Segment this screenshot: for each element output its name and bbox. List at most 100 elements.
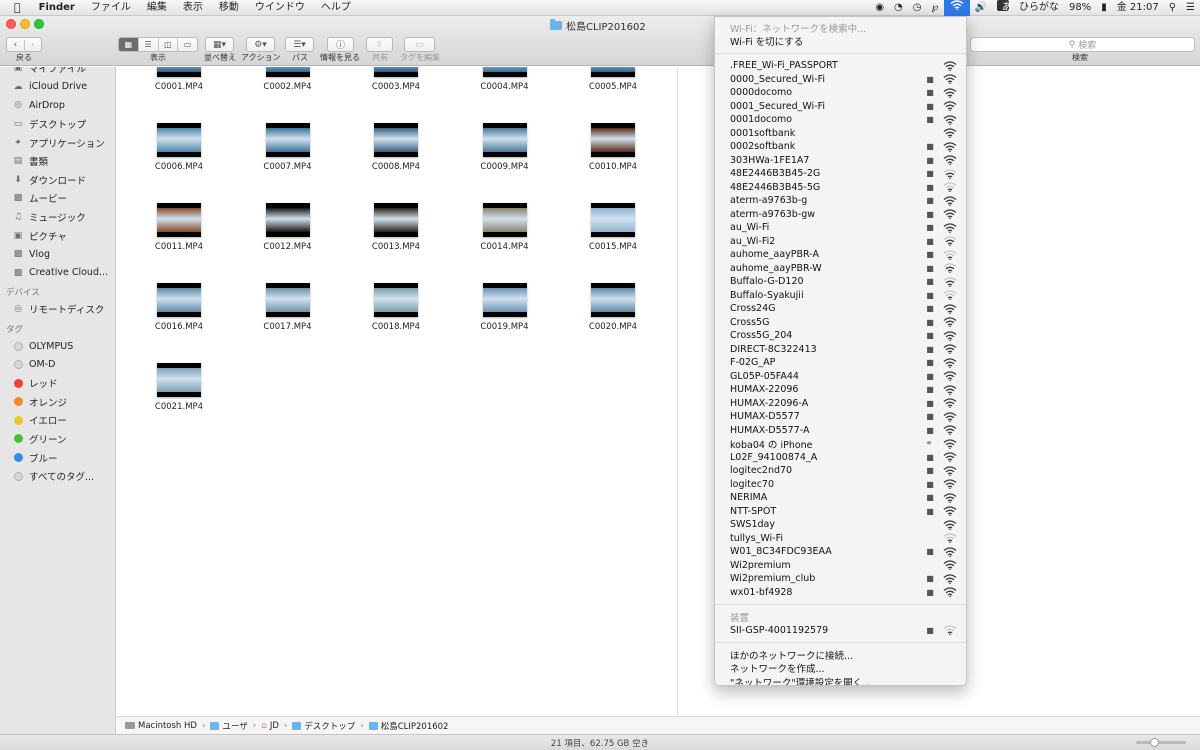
sidebar-tag-item[interactable]: OLYMPUS xyxy=(0,337,115,356)
sidebar-tag-item[interactable]: グリーン xyxy=(0,430,115,449)
wifi-network-item[interactable]: 0000docomo ■ xyxy=(715,86,966,100)
notification-center-icon[interactable]: ☰ xyxy=(1181,0,1200,16)
wifi-network-item[interactable]: 0001softbank xyxy=(715,127,966,141)
close-window-button[interactable] xyxy=(6,19,16,29)
wifi-network-item[interactable]: logitec70 ■ xyxy=(715,478,966,492)
search-field[interactable]: ⚲ 検索 xyxy=(970,37,1195,52)
wifi-network-item[interactable]: Buffalo-Syakujii ■ xyxy=(715,289,966,303)
minimize-window-button[interactable] xyxy=(20,19,30,29)
sidebar-tag-item[interactable]: OM-D xyxy=(0,355,115,374)
wifi-network-item[interactable]: Wi2premium xyxy=(715,559,966,573)
sidebar-item[interactable]: ▣ ピクチャ xyxy=(0,226,115,245)
wifi-network-item[interactable]: au_Wi-Fi2 ■ xyxy=(715,235,966,249)
wifi-network-item[interactable]: HUMAX-22096-A ■ xyxy=(715,397,966,411)
file-item[interactable]: C0014.MP4 xyxy=(460,203,550,252)
path-segment-desktop[interactable]: デスクトップ xyxy=(304,720,355,732)
wifi-network-item[interactable]: GL05P-05FA44 ■ xyxy=(715,370,966,384)
share-button[interactable]: ⇧ xyxy=(366,37,393,52)
bluetooth-icon[interactable]: ℘ xyxy=(927,0,944,16)
wifi-action-item[interactable]: ネットワークを作成... xyxy=(715,662,966,675)
wifi-network-item[interactable]: Cross5G_204 ■ xyxy=(715,329,966,343)
file-item[interactable]: C0009.MP4 xyxy=(460,123,550,172)
sync-icon[interactable]: ◔ xyxy=(889,0,908,16)
sidebar-tag-item[interactable]: イエロー xyxy=(0,411,115,430)
file-item[interactable]: C0020.MP4 xyxy=(568,283,658,332)
wifi-toggle-item[interactable]: Wi-Fi を切にする xyxy=(715,35,966,48)
file-item[interactable]: C0021.MP4 xyxy=(134,363,224,412)
menu-edit[interactable]: 編集 xyxy=(139,0,175,16)
path-segment-users[interactable]: ユーザ xyxy=(222,720,247,732)
file-item[interactable]: C0008.MP4 xyxy=(351,123,441,172)
file-item[interactable]: C0007.MP4 xyxy=(243,123,333,172)
file-item[interactable]: C0015.MP4 xyxy=(568,203,658,252)
wifi-network-item[interactable]: DIRECT-8C322413 ■ xyxy=(715,343,966,357)
wifi-network-item[interactable]: tullys_Wi-Fi xyxy=(715,532,966,546)
wifi-network-item[interactable]: logitec2nd70 ■ xyxy=(715,464,966,478)
clock[interactable]: 金 21:07 xyxy=(1112,0,1164,16)
menu-file[interactable]: ファイル xyxy=(83,0,139,16)
wifi-menu-icon[interactable] xyxy=(943,0,970,16)
sidebar-item[interactable]: ☁ iCloud Drive xyxy=(0,78,115,97)
arrange-button[interactable]: ▦▾ xyxy=(205,37,234,52)
path-segment-disk[interactable]: Macintosh HD xyxy=(138,721,197,731)
wifi-network-item[interactable]: au_Wi-Fi ■ xyxy=(715,221,966,235)
input-method-label[interactable]: ひらがな xyxy=(1014,0,1064,16)
file-item[interactable]: C0010.MP4 xyxy=(568,123,658,172)
wifi-network-item[interactable]: Cross24G ■ xyxy=(715,302,966,316)
time-machine-icon[interactable]: ◷ xyxy=(908,0,927,16)
wifi-network-item[interactable]: 48E2446B3B45-5G ■ xyxy=(715,181,966,195)
sidebar-item[interactable]: ▤ 書類 xyxy=(0,152,115,171)
menu-app-name[interactable]: Finder xyxy=(31,0,83,16)
file-item[interactable]: C0013.MP4 xyxy=(351,203,441,252)
forward-button[interactable]: › xyxy=(25,40,42,50)
wifi-network-item[interactable]: auhome_aayPBR-W ■ xyxy=(715,262,966,276)
sidebar-item[interactable]: ✦ アプリケーション xyxy=(0,133,115,152)
fullscreen-window-button[interactable] xyxy=(34,19,44,29)
icon-size-slider[interactable] xyxy=(1136,738,1186,747)
apple-menu-icon[interactable]:  xyxy=(0,0,31,16)
list-view-button[interactable]: ☰ xyxy=(139,38,159,51)
wifi-network-item[interactable]: HUMAX-D5577 ■ xyxy=(715,410,966,424)
input-method-icon[interactable]: あ xyxy=(992,0,1014,16)
wifi-network-item[interactable]: W01_8C34FDC93EAA ■ xyxy=(715,545,966,559)
sidebar-item[interactable]: ▭ デスクトップ xyxy=(0,115,115,134)
wifi-action-item[interactable]: "ネットワーク"環境設定を開く... xyxy=(715,675,966,685)
file-item[interactable]: C0002.MP4 xyxy=(243,67,333,92)
wifi-network-item[interactable]: wx01-bf4928 ■ xyxy=(715,586,966,600)
wifi-network-item[interactable]: NTT-SPOT ■ xyxy=(715,505,966,519)
file-item[interactable]: C0005.MP4 xyxy=(568,67,658,92)
sidebar-tag-item[interactable]: オレンジ xyxy=(0,393,115,412)
path-button[interactable]: ☰▾ xyxy=(285,37,314,52)
sidebar-item[interactable]: ▣ マイファイル xyxy=(0,67,115,78)
sidebar-item[interactable]: ▩ Vlog xyxy=(0,245,115,264)
wifi-network-item[interactable]: aterm-a9763b-gw ■ xyxy=(715,208,966,222)
battery-percent[interactable]: 98% xyxy=(1064,0,1096,16)
volume-icon[interactable]: 🔊 xyxy=(970,0,992,16)
sidebar-item[interactable]: ▩ Creative Cloud... xyxy=(0,264,115,283)
file-item[interactable]: C0001.MP4 xyxy=(134,67,224,92)
wifi-network-item[interactable]: 0002softbank ■ xyxy=(715,140,966,154)
file-item[interactable]: C0011.MP4 xyxy=(134,203,224,252)
wifi-network-item[interactable]: HUMAX-D5577-A ■ xyxy=(715,424,966,438)
sidebar-item[interactable]: ⬇ ダウンロード xyxy=(0,171,115,190)
sidebar-tag-item[interactable]: ブルー xyxy=(0,448,115,467)
action-gear-button[interactable]: ⚙▾ xyxy=(246,37,275,52)
wifi-network-item[interactable]: Wi2premium_club ■ xyxy=(715,572,966,586)
sidebar-item[interactable]: ♫ ミュージック xyxy=(0,208,115,227)
wifi-network-item[interactable]: .FREE_Wi-Fi_PASSPORT xyxy=(715,59,966,73)
column-view-button[interactable]: ◫ xyxy=(159,38,179,51)
wifi-network-item[interactable]: Cross5G ■ xyxy=(715,316,966,330)
menu-help[interactable]: ヘルプ xyxy=(313,0,359,16)
file-item[interactable]: C0018.MP4 xyxy=(351,283,441,332)
wifi-network-item[interactable]: koba04 の iPhone ⚭ xyxy=(715,437,966,451)
wifi-action-item[interactable]: ほかのネットワークに接続... xyxy=(715,648,966,662)
path-segment-current[interactable]: 松島CLIP201602 xyxy=(381,720,449,732)
menu-view[interactable]: 表示 xyxy=(175,0,211,16)
wifi-network-item[interactable]: HUMAX-22096 ■ xyxy=(715,383,966,397)
path-segment-home[interactable]: JD xyxy=(270,721,279,731)
slider-knob[interactable] xyxy=(1150,738,1160,747)
icon-view-button[interactable]: ▦ xyxy=(119,38,139,51)
battery-icon[interactable]: ▮ xyxy=(1096,0,1112,16)
file-item[interactable]: C0016.MP4 xyxy=(134,283,224,332)
wifi-network-item[interactable]: L02F_94100874_A ■ xyxy=(715,451,966,465)
